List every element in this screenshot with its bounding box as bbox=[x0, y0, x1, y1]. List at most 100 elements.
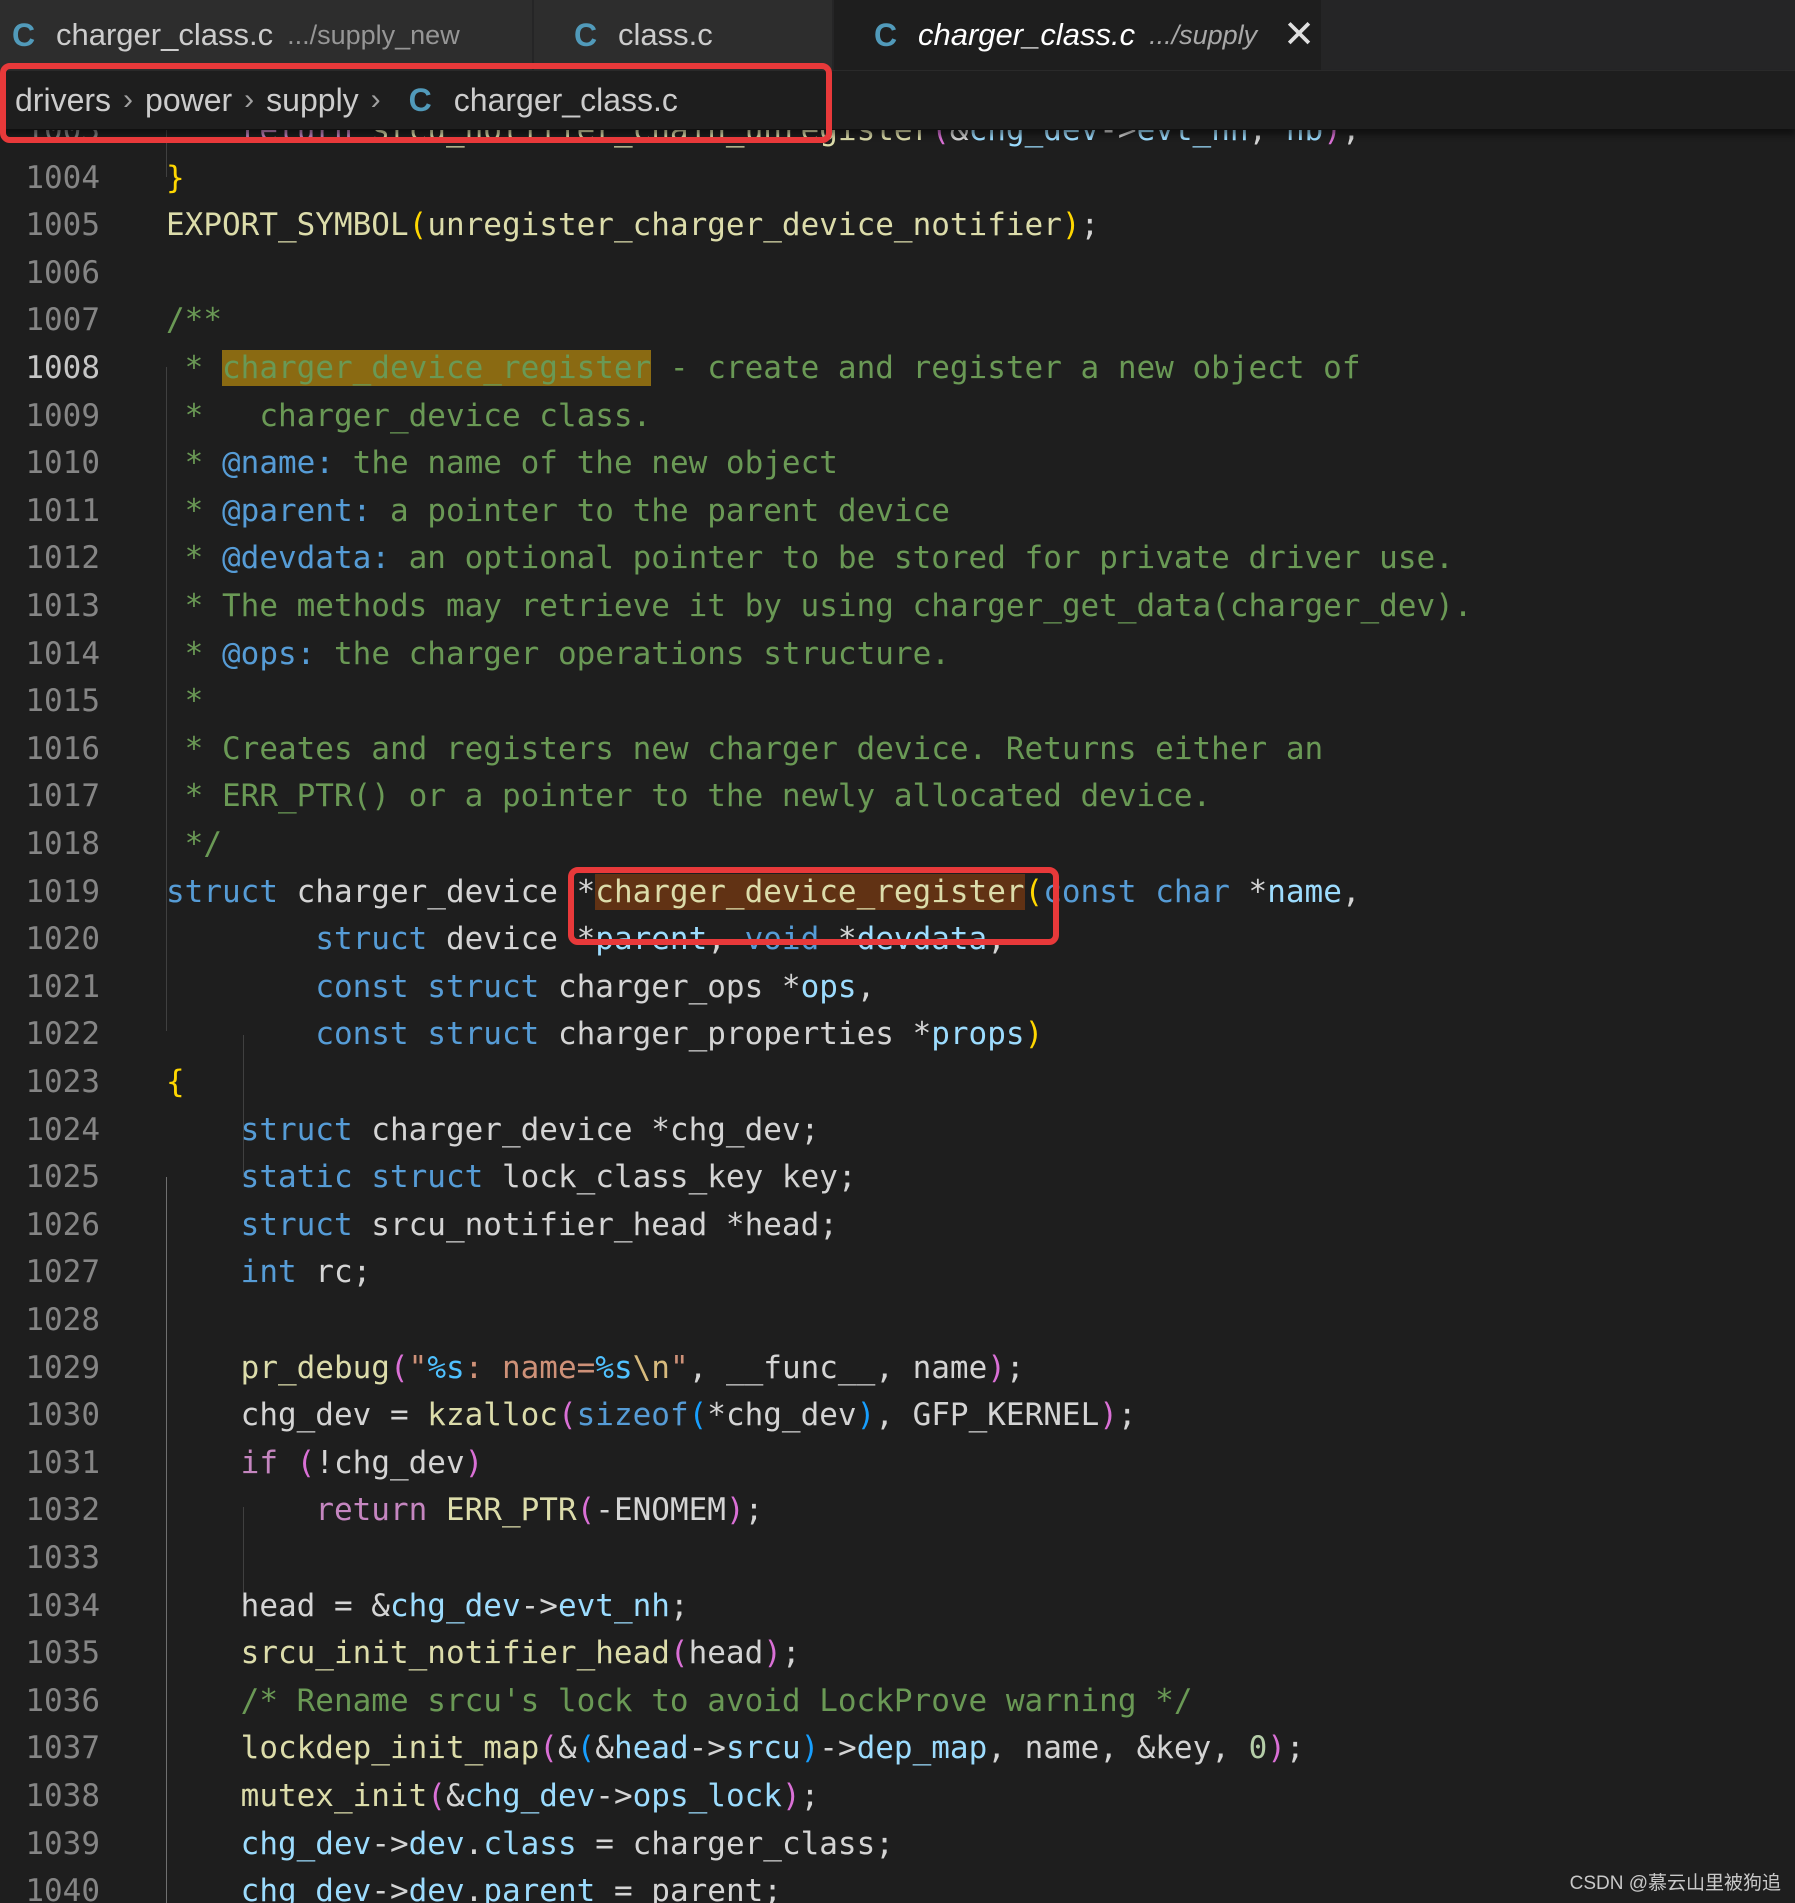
code-token: return bbox=[315, 1492, 428, 1529]
line-number: 1013 bbox=[25, 588, 100, 624]
code-token: static bbox=[240, 1159, 353, 1196]
code-token: unregister_charger_device_notifier bbox=[427, 207, 1062, 244]
code-token: lock_class_key key; bbox=[483, 1159, 857, 1196]
code-token: sizeof bbox=[576, 1397, 689, 1434]
code-token: nb bbox=[1285, 130, 1324, 148]
code-text: * @parent: a pointer to the parent devic… bbox=[166, 488, 950, 536]
tab-label: charger_class.c bbox=[918, 17, 1136, 52]
code-line[interactable]: 1014 * @ops: the charger operations stru… bbox=[0, 631, 1795, 679]
code-token: chg_dev bbox=[240, 1825, 372, 1862]
code-line[interactable]: 1013 * The methods may retrieve it by us… bbox=[0, 583, 1795, 631]
code-token: , name, &key, bbox=[987, 1730, 1249, 1767]
code-line[interactable]: 1036 /* Rename srcu's lock to avoid Lock… bbox=[0, 1678, 1795, 1726]
code-line[interactable]: 1039 chg_dev->dev.class = charger_class; bbox=[0, 1821, 1795, 1869]
code-line[interactable]: 1004} bbox=[0, 155, 1795, 203]
tab-class-c[interactable]: C class.c bbox=[534, 0, 833, 70]
code-token: struct bbox=[240, 1111, 353, 1148]
code-line[interactable]: 1033 bbox=[0, 1535, 1795, 1583]
code-text: srcu_init_notifier_head(head); bbox=[166, 1630, 801, 1678]
code-line[interactable]: 1018 */ bbox=[0, 821, 1795, 869]
tab-label: charger_class.c bbox=[56, 17, 274, 52]
code-token: head bbox=[613, 1730, 689, 1767]
code-line[interactable]: 1037 lockdep_init_map(&(&head->srcu)->de… bbox=[0, 1725, 1795, 1773]
close-icon[interactable]: ✕ bbox=[1283, 16, 1315, 54]
code-line[interactable]: 1006 bbox=[0, 250, 1795, 298]
code-text: chg_dev->dev.class = charger_class; bbox=[166, 1821, 894, 1869]
c-file-icon: C bbox=[874, 16, 898, 53]
code-line[interactable]: 1030 chg_dev = kzalloc(sizeof(*chg_dev),… bbox=[0, 1392, 1795, 1440]
line-number: 1038 bbox=[25, 1778, 100, 1814]
code-line[interactable]: 1029 pr_debug("%s: name=%s\n", __func__,… bbox=[0, 1345, 1795, 1393]
code-token: " bbox=[669, 1349, 689, 1386]
code-text: * Creates and registers new charger devi… bbox=[166, 726, 1324, 774]
code-token: ops bbox=[800, 968, 857, 1005]
code-text: * The methods may retrieve it by using c… bbox=[166, 583, 1473, 631]
code-token: * Creates and registers new charger devi… bbox=[166, 730, 1324, 767]
code-token: dep_map bbox=[856, 1730, 988, 1767]
code-line[interactable]: 1034 head = &chg_dev->evt_nh; bbox=[0, 1583, 1795, 1631]
code-token: ) bbox=[725, 1492, 745, 1529]
code-line[interactable]: 1010 * @name: the name of the new object bbox=[0, 440, 1795, 488]
code-text: mutex_init(&chg_dev->ops_lock); bbox=[166, 1773, 820, 1821]
tab-charger-class-supply[interactable]: C charger_class.c .../supply ✕ bbox=[834, 0, 1322, 70]
code-token: * bbox=[166, 540, 222, 577]
code-text: int rc; bbox=[166, 1249, 372, 1297]
line-number: 1033 bbox=[25, 1540, 100, 1576]
code-token: ; bbox=[1080, 207, 1100, 244]
tab-charger-class-supply-new[interactable]: C charger_class.c .../supply_new bbox=[0, 0, 533, 70]
code-token: , bbox=[1248, 130, 1286, 148]
code-token: const bbox=[315, 968, 409, 1005]
code-line[interactable]: 1016 * Creates and registers new charger… bbox=[0, 726, 1795, 774]
code-token: srcu_init_notifier_head bbox=[240, 1635, 670, 1672]
code-line[interactable]: 1021 const struct charger_ops *ops, bbox=[0, 964, 1795, 1012]
code-line[interactable]: 1022 const struct charger_properties *pr… bbox=[0, 1011, 1795, 1059]
code-token: * bbox=[166, 492, 222, 529]
editor-tab-bar: C charger_class.c .../supply_new C class… bbox=[0, 0, 1795, 71]
code-line[interactable]: 1007 /** bbox=[0, 297, 1795, 345]
code-token: struct bbox=[240, 1206, 353, 1243]
code-token: * ERR_PTR() or a pointer to the newly al… bbox=[166, 778, 1212, 815]
code-line[interactable]: 1027 int rc; bbox=[0, 1249, 1795, 1297]
code-line[interactable]: 1008 * charger_device_register - create … bbox=[0, 345, 1795, 393]
line-number: 1004 bbox=[25, 159, 100, 196]
code-line[interactable]: 1026 struct srcu_notifier_head *head; bbox=[0, 1202, 1795, 1250]
code-line[interactable]: 1025 static struct lock_class_key key; bbox=[0, 1154, 1795, 1202]
code-token: ; bbox=[1285, 1730, 1305, 1767]
code-line[interactable]: 1015 * bbox=[0, 678, 1795, 726]
code-line[interactable]: 1005 EXPORT_SYMBOL(unregister_charger_dev… bbox=[0, 202, 1795, 250]
code-line[interactable]: 1024 struct charger_device *chg_dev; bbox=[0, 1107, 1795, 1155]
code-token: & bbox=[595, 1730, 614, 1767]
code-token: ) bbox=[800, 1730, 820, 1767]
code-line[interactable]: 1009 * charger_device class. bbox=[0, 393, 1795, 441]
code-line[interactable]: 1028 bbox=[0, 1297, 1795, 1345]
code-line[interactable]: 1040 chg_dev->dev.parent = parent; bbox=[0, 1868, 1795, 1903]
code-token: *chg_dev bbox=[707, 1397, 857, 1434]
line-number: 1024 bbox=[25, 1111, 100, 1148]
c-file-icon: C bbox=[574, 16, 598, 53]
code-token: @parent bbox=[222, 492, 353, 529]
code-token: charger_properties * bbox=[539, 1016, 932, 1053]
code-token: props bbox=[931, 1016, 1025, 1053]
code-line[interactable]: 1017 * ERR_PTR() or a pointer to the new… bbox=[0, 773, 1795, 821]
code-token: the name of the new object bbox=[334, 445, 838, 482]
code-line[interactable]: 1032 return ERR_PTR(-ENOMEM); bbox=[0, 1487, 1795, 1535]
code-token: charger_device bbox=[277, 873, 577, 910]
code-editor[interactable]: 1003 return srcu_notifier_chain_unregist… bbox=[0, 130, 1795, 1903]
code-line[interactable]: 1031 if (!chg_dev) bbox=[0, 1440, 1795, 1488]
code-line[interactable]: 1011 * @parent: a pointer to the parent … bbox=[0, 488, 1795, 536]
code-line[interactable]: 1023 { bbox=[0, 1059, 1795, 1107]
code-token: !chg_dev bbox=[315, 1444, 465, 1481]
line-number: 1035 bbox=[25, 1635, 100, 1672]
code-token: /* Rename srcu's lock to avoid LockProve… bbox=[240, 1682, 1193, 1719]
code-token: ( bbox=[557, 1397, 577, 1434]
code-line[interactable]: 1012 * @devdata: an optional pointer to … bbox=[0, 535, 1795, 583]
code-token: : bbox=[315, 445, 334, 482]
code-line[interactable]: 1035 srcu_init_notifier_head(head); bbox=[0, 1630, 1795, 1678]
code-line[interactable]: 1038 mutex_init(&chg_dev->ops_lock); bbox=[0, 1773, 1795, 1821]
code-token: ) bbox=[856, 1397, 876, 1434]
